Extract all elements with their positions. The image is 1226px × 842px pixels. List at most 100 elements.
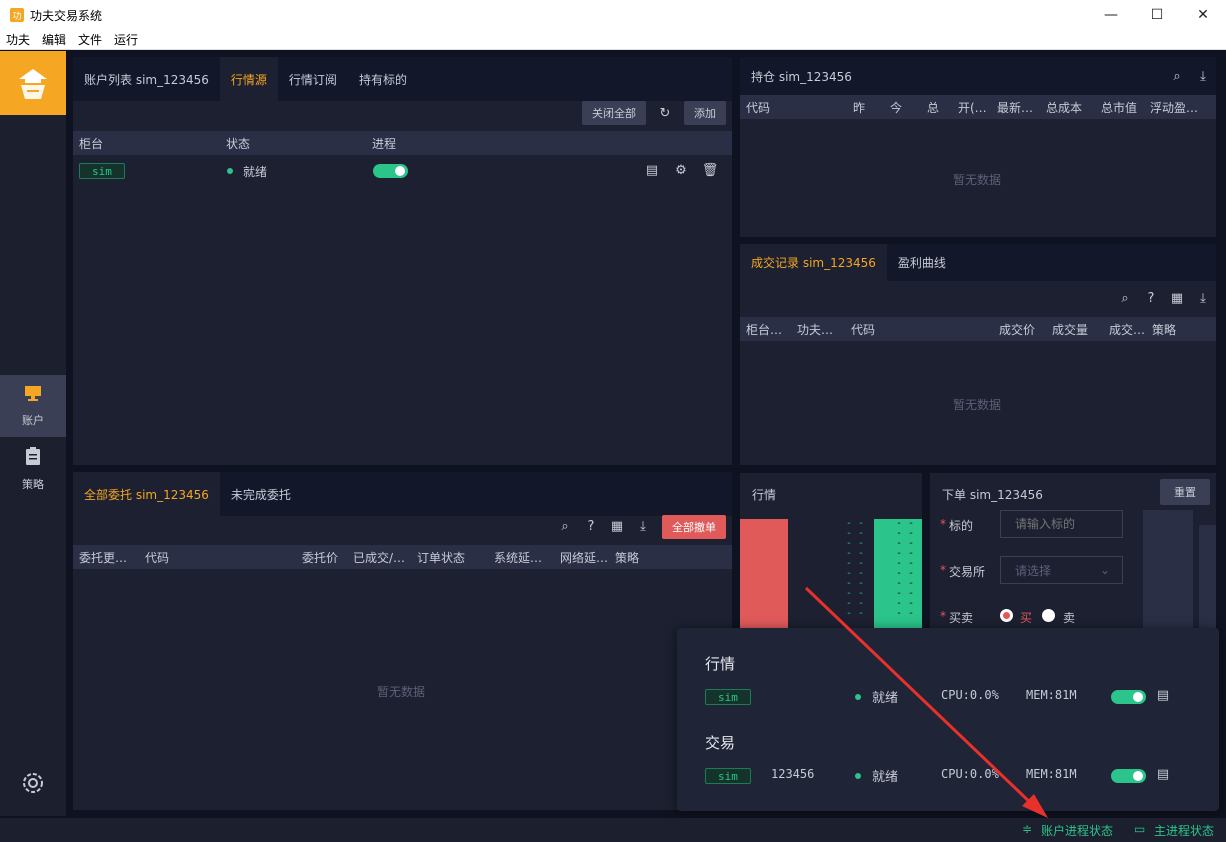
position-panel: 持仓 sim_123456 ⌕ ⤓ 代码 昨 今 总 开(… 最新… 总成本 总…: [740, 57, 1216, 237]
logo[interactable]: [0, 51, 66, 115]
market-status: 就绪: [872, 691, 899, 706]
market-heading: 行情: [705, 655, 736, 673]
log-icon[interactable]: ▤: [645, 163, 659, 178]
add-button[interactable]: 添加: [684, 101, 726, 125]
calendar-icon[interactable]: ▦: [610, 519, 624, 534]
filter-icon: ≑: [1022, 822, 1033, 836]
tab-trade-records[interactable]: 成交记录 sim_123456: [740, 244, 887, 281]
monitor-icon: [24, 385, 42, 406]
download-icon[interactable]: ⤓: [1196, 291, 1210, 306]
close-all-button[interactable]: 关闭全部: [582, 101, 646, 125]
chevron-down-icon: ⌄: [1099, 563, 1110, 577]
sidebar-item-account[interactable]: 账户: [0, 375, 66, 437]
trade-heading: 交易: [705, 734, 736, 752]
col-trade-price: 成交价: [999, 322, 1036, 337]
download-icon[interactable]: ⤓: [1196, 69, 1210, 84]
table-header: 柜台 状态 进程: [73, 131, 732, 155]
search-icon[interactable]: ⌕: [1170, 69, 1184, 84]
menu-run[interactable]: 运行: [108, 31, 144, 48]
col-market-value: 总市值: [1101, 100, 1138, 115]
process-toggle[interactable]: [373, 164, 408, 178]
trade-account: 123456: [771, 767, 815, 781]
search-icon[interactable]: ⌕: [1118, 291, 1132, 306]
trade-status: 就绪: [872, 770, 899, 785]
col-strategy: 策略: [1152, 322, 1177, 337]
tab-market-source[interactable]: 行情源: [219, 57, 278, 101]
refresh-icon[interactable]: ↻: [658, 106, 672, 121]
required-mark: *: [940, 517, 946, 531]
col-update-time: 委托更…: [79, 550, 128, 565]
order-form-title: 下单 sim_123456: [942, 488, 1043, 502]
tab-market-subscription[interactable]: 行情订阅: [278, 57, 348, 101]
orders-panel: 全部委托 sim_123456 未完成委托 ⌕ ? ▦ ⤓ 全部撤单 委托更… …: [73, 472, 732, 810]
col-code: 代码: [145, 550, 170, 565]
trash-icon[interactable]: 🗑: [702, 163, 719, 178]
menu-file[interactable]: 文件: [72, 31, 108, 48]
col-trade-volume: 成交量: [1052, 322, 1089, 337]
download-icon[interactable]: ⤓: [636, 519, 650, 534]
market-process-toggle[interactable]: [1111, 690, 1146, 704]
gear-icon[interactable]: ⚙: [674, 163, 688, 178]
calendar-icon[interactable]: ▦: [1170, 291, 1184, 306]
kungfu-logo-icon: [19, 69, 47, 99]
settings-icon[interactable]: [20, 770, 46, 796]
col-system-latency: 系统延…: [494, 550, 543, 565]
reset-button[interactable]: 重置: [1160, 479, 1210, 505]
buy-radio[interactable]: [1000, 609, 1013, 622]
help-icon[interactable]: ?: [1144, 291, 1158, 306]
orders-tabs: 全部委托 sim_123456 未完成委托: [73, 472, 732, 516]
menu-kungfu[interactable]: 功夫: [0, 31, 36, 48]
menu-bar: 功夫 编辑 文件 运行: [0, 30, 1226, 50]
trade-mem: MEM:81M: [1026, 767, 1077, 781]
tab-holdings[interactable]: 持有标的: [348, 57, 418, 101]
account-process-status-button[interactable]: 账户进程状态: [1041, 822, 1113, 839]
title-bar: 功 功夫交易系统 — ☐ ✕: [0, 0, 1226, 30]
search-icon[interactable]: ⌕: [558, 519, 572, 534]
trade-tag: sim: [705, 768, 751, 784]
account-tabs: 账户列表 sim_123456 行情源 行情订阅 持有标的: [73, 57, 732, 101]
col-total-cost: 总成本: [1046, 100, 1083, 115]
process-status-popover: 行情 sim 就绪 CPU:0.0% MEM:81M ▤ 交易 sim 1234…: [677, 628, 1219, 811]
col-counter: 柜台…: [746, 322, 783, 337]
main-process-status-button[interactable]: 主进程状态: [1154, 822, 1214, 839]
tab-pending-orders[interactable]: 未完成委托: [220, 472, 302, 516]
menu-edit[interactable]: 编辑: [36, 31, 72, 48]
cancel-all-button[interactable]: 全部撤单: [662, 515, 726, 539]
sidebar-item-label: 账户: [22, 413, 44, 427]
log-icon[interactable]: ▤: [1156, 688, 1170, 703]
tab-position[interactable]: 持仓 sim_123456: [740, 57, 863, 95]
tab-pnl-curve[interactable]: 盈利曲线: [887, 244, 957, 281]
trades-panel: 成交记录 sim_123456 盈利曲线 ⌕ ? ▦ ⤓ 柜台… 功夫… 代码 …: [740, 244, 1216, 465]
status-dot: [855, 694, 861, 700]
monitor-icon: ▭: [1134, 822, 1146, 836]
exchange-select-value: 请选择: [1015, 563, 1052, 578]
col-code: 代码: [851, 322, 876, 337]
symbol-input[interactable]: [1000, 510, 1123, 538]
order-side-box: [1199, 525, 1216, 628]
sidebar: 账户 策略: [0, 51, 66, 816]
tab-all-orders[interactable]: 全部委托 sim_123456: [73, 472, 220, 516]
order-side-box: [1143, 510, 1193, 628]
log-icon[interactable]: ▤: [1156, 767, 1170, 782]
status-bar: ≑ 账户进程状态 ▭ 主进程状态: [0, 818, 1226, 842]
status-dot: [227, 168, 233, 174]
orders-table-header: 委托更… 代码 委托价 已成交/… 订单状态 系统延… 网络延… 策略: [73, 545, 732, 569]
sell-radio[interactable]: [1042, 609, 1055, 622]
help-icon[interactable]: ?: [584, 519, 598, 534]
close-button[interactable]: ✕: [1180, 0, 1226, 30]
tab-account-list[interactable]: 账户列表 sim_123456: [73, 57, 220, 101]
maximize-button[interactable]: ☐: [1134, 0, 1180, 30]
col-filled: 已成交/…: [353, 550, 406, 565]
trade-process-toggle[interactable]: [1111, 769, 1146, 783]
counter-tag: sim: [79, 163, 125, 179]
clipboard-icon: [25, 446, 41, 470]
exchange-select[interactable]: 请选择 ⌄: [1000, 556, 1123, 584]
symbol-label: 标的: [949, 519, 974, 533]
market-cpu: CPU:0.0%: [941, 688, 999, 702]
col-network-latency: 网络延…: [560, 550, 609, 565]
minimize-button[interactable]: —: [1088, 0, 1134, 30]
order-form-panel: 下单 sim_123456 重置 * 标的 * 交易所 请选择 ⌄ * 买卖 买…: [930, 473, 1216, 628]
sidebar-item-strategy[interactable]: 策略: [0, 438, 66, 500]
col-yesterday: 昨: [853, 100, 866, 115]
col-floating-pnl: 浮动盈…: [1150, 100, 1199, 115]
